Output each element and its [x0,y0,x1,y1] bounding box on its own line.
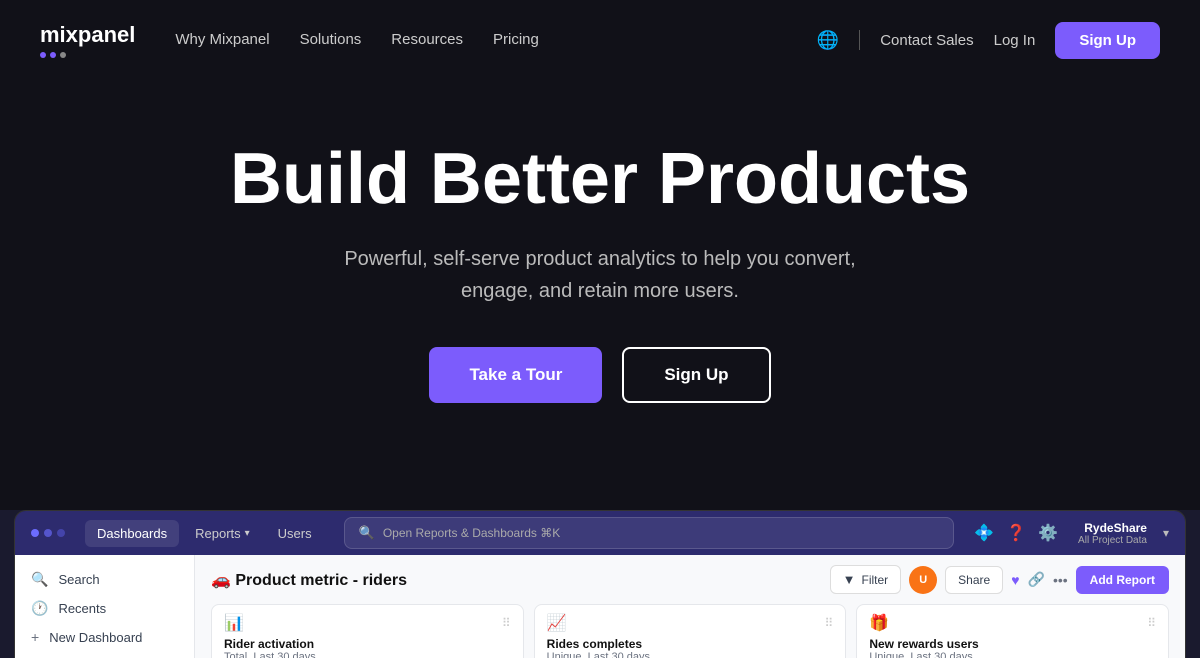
hero-section: Build Better Products Powerful, self-ser… [0,80,1200,510]
sidebar-item-new-dashboard[interactable]: + New Dashboard [15,623,194,651]
report-card-header-2: 🎁 ⠿ [869,613,1156,633]
search-placeholder: Open Reports & Dashboards ⌘K [383,526,560,540]
share-label: Share [958,573,990,587]
link-icon[interactable]: 🔗 [1028,571,1045,588]
reports-grid: 📊 ⠿ Rider activation Total, Last 30 days… [211,604,1169,658]
report-title-0: Rider activation [224,637,511,651]
app-nav-items: Dashboards Reports ▾ Users [85,520,324,547]
help-icon[interactable]: ❓ [1006,523,1026,543]
sidebar-label-recents: Recents [58,601,106,616]
contact-sales-link[interactable]: Contact Sales [880,32,973,49]
app-nav-dashboards[interactable]: Dashboards [85,520,179,547]
app-sidebar: 🔍 Search 🕐 Recents + New Dashboard [15,555,195,658]
sidebar-label-search: Search [58,572,99,587]
logo-dot-2 [50,52,56,58]
share-button[interactable]: Share [945,566,1003,594]
app-preview: Dashboards Reports ▾ Users 🔍 Open Report… [14,510,1186,658]
sidebar-item-search[interactable]: 🔍 Search [15,565,194,594]
app-topbar-right: 💠 ❓ ⚙️ RydeShare All Project Data ▾ [974,521,1169,546]
nav-left: mixpanel Why Mixpanel Solutions Resource… [40,22,539,58]
app-topbar: Dashboards Reports ▾ Users 🔍 Open Report… [15,511,1185,555]
report-icon-2: 🎁 [869,613,889,633]
nav-right: 🌐 Contact Sales Log In Sign Up [817,22,1160,59]
nav-resources[interactable]: Resources [391,31,463,48]
sign-up-button-nav[interactable]: Sign Up [1055,22,1160,59]
search-icon: 🔍 [359,525,375,541]
report-card-2[interactable]: 🎁 ⠿ New rewards users Unique, Last 30 da… [856,604,1169,658]
nav-links: Why Mixpanel Solutions Resources Pricing [175,31,538,49]
add-icon: + [31,629,39,645]
reports-chevron-icon: ▾ [245,528,250,539]
log-in-link[interactable]: Log In [994,32,1036,49]
report-card-header-0: 📊 ⠿ [224,613,511,633]
recents-icon: 🕐 [31,600,48,617]
app-content: 🚗 Product metric - riders ▼ Filter U Sha… [195,555,1185,658]
logo-dot-1 [40,52,46,58]
logo-text: mixpanel [40,22,135,48]
nav-solutions[interactable]: Solutions [300,31,362,48]
navbar: mixpanel Why Mixpanel Solutions Resource… [0,0,1200,80]
report-card-header-1: 📈 ⠿ [547,613,834,633]
nav-divider [859,30,860,50]
app-dot-2 [44,529,52,537]
hero-buttons: Take a Tour Sign Up [40,347,1160,403]
report-icon-1: 📈 [547,613,567,633]
content-header: 🚗 Product metric - riders ▼ Filter U Sha… [211,565,1169,594]
report-sub-2: Unique, Last 30 days [869,651,1156,658]
company-chevron-icon[interactable]: ▾ [1163,526,1169,540]
sign-up-button-hero[interactable]: Sign Up [622,347,770,403]
app-body: 🔍 Search 🕐 Recents + New Dashboard 🚗 Pro… [15,555,1185,658]
report-title-2: New rewards users [869,637,1156,651]
app-dot-1 [31,529,39,537]
sidebar-item-recents[interactable]: 🕐 Recents [15,594,194,623]
content-actions: ▼ Filter U Share ♥ 🔗 ••• Add Report [830,565,1169,594]
search-sidebar-icon: 🔍 [31,571,48,588]
logo-dots [40,52,135,58]
hero-headline: Build Better Products [40,140,1160,219]
logo: mixpanel [40,22,135,58]
take-a-tour-button[interactable]: Take a Tour [429,347,602,403]
company-name: RydeShare [1084,521,1147,535]
filter-label: Filter [862,573,889,587]
nav-pricing[interactable]: Pricing [493,31,539,48]
avatar: U [909,566,937,594]
more-options-icon[interactable]: ••• [1053,572,1068,588]
hero-subheadline: Powerful, self-serve product analytics t… [40,243,1160,307]
report-card-0[interactable]: 📊 ⠿ Rider activation Total, Last 30 days [211,604,524,658]
logo-dot-3 [60,52,66,58]
app-nav-users[interactable]: Users [266,520,324,547]
report-card-1[interactable]: 📈 ⠿ Rides completes Unique, Last 30 days [534,604,847,658]
app-logo-dots [31,529,65,537]
app-nav-reports[interactable]: Reports ▾ [183,520,262,547]
sidebar-label-new-dashboard: New Dashboard [49,630,142,645]
add-report-button[interactable]: Add Report [1076,566,1169,594]
company-sub: All Project Data [1078,535,1147,546]
app-dot-3 [57,529,65,537]
nav-why-mixpanel[interactable]: Why Mixpanel [175,31,269,48]
settings-icon[interactable]: ⚙️ [1038,523,1058,543]
report-icon-0: 📊 [224,613,244,633]
heart-icon[interactable]: ♥ [1011,572,1019,588]
report-sub-0: Total, Last 30 days [224,651,511,658]
report-title-1: Rides completes [547,637,834,651]
app-search-bar[interactable]: 🔍 Open Reports & Dashboards ⌘K [344,517,955,549]
app-company: RydeShare All Project Data [1078,521,1147,546]
page-title: 🚗 Product metric - riders [211,570,407,590]
filter-icon: ▼ [843,572,856,587]
mixpanel-icon[interactable]: 💠 [974,523,994,543]
globe-icon[interactable]: 🌐 [817,30,839,51]
report-sub-1: Unique, Last 30 days [547,651,834,658]
filter-button[interactable]: ▼ Filter [830,565,902,594]
